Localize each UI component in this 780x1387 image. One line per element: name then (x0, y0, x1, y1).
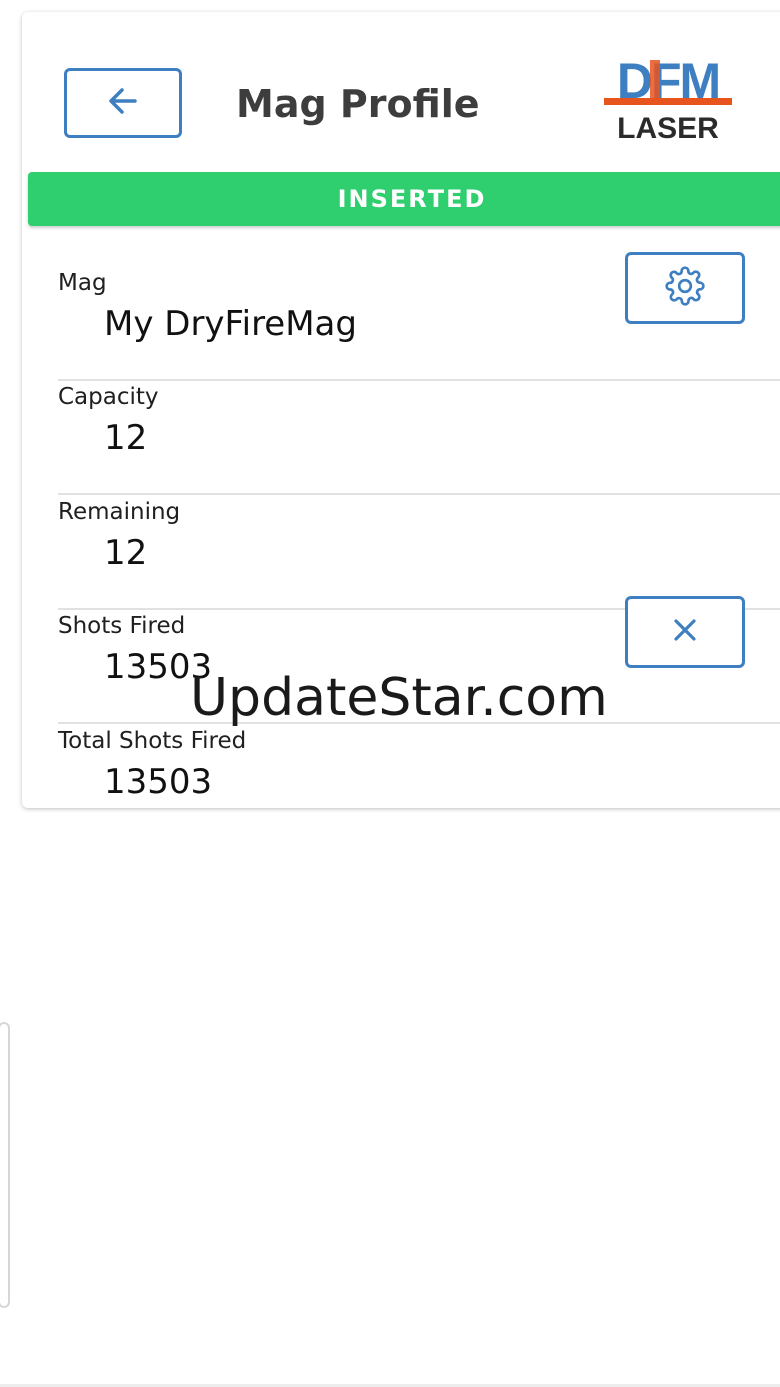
reset-shots-button[interactable] (625, 596, 745, 668)
remaining-field: Remaining 12 (58, 497, 780, 610)
remaining-value: 12 (104, 533, 148, 573)
watermark-text: UpdateStar.com (190, 668, 608, 728)
dfm-laser-logo: DFM LASER (600, 53, 736, 145)
status-text: INSERTED (337, 185, 487, 213)
capacity-label: Capacity (58, 384, 159, 410)
logo-bottom-text: LASER (617, 112, 719, 144)
capacity-field: Capacity 12 (58, 382, 780, 495)
capacity-value: 12 (104, 418, 148, 458)
mag-label: Mag (58, 270, 107, 296)
remaining-label: Remaining (58, 499, 181, 525)
total-shots-fired-field: Total Shots Fired 13503 (58, 726, 780, 839)
status-badge: INSERTED (28, 172, 780, 226)
arrow-left-icon (103, 81, 143, 125)
shots-fired-label: Shots Fired (58, 613, 186, 639)
mag-value: My DryFireMag (104, 304, 357, 344)
side-panel-edge (0, 1022, 10, 1308)
total-shots-fired-value: 13503 (104, 762, 213, 802)
gear-icon (665, 266, 705, 310)
close-icon (669, 614, 701, 650)
page-title: Mag Profile (236, 82, 480, 126)
back-button[interactable] (64, 68, 182, 138)
mag-settings-button[interactable] (625, 252, 745, 324)
total-shots-fired-label: Total Shots Fired (58, 728, 247, 754)
